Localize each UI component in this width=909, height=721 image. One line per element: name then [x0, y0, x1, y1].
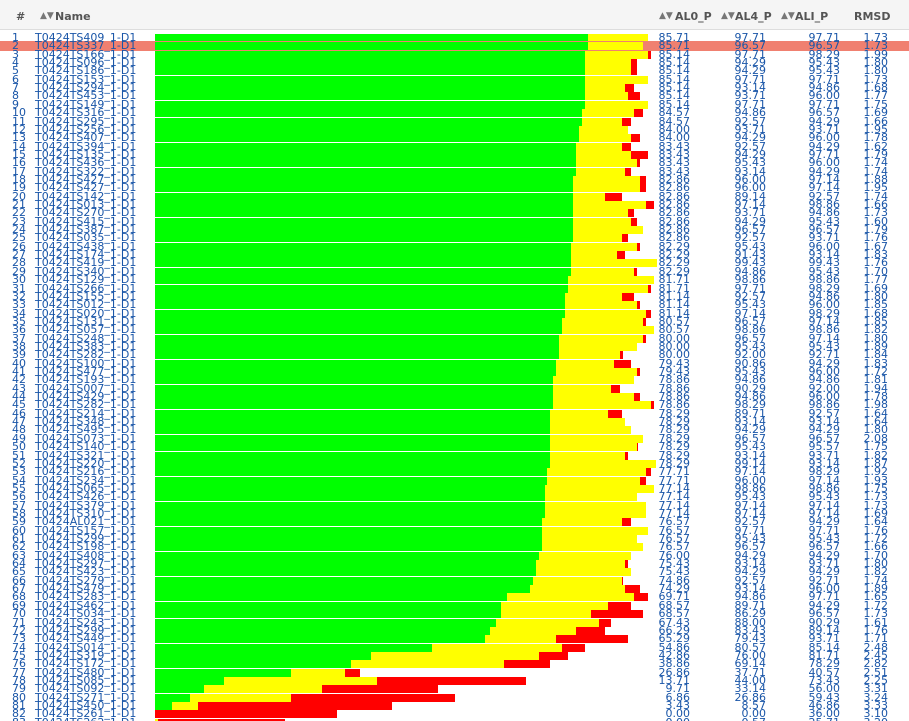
results-table: 1 T0424TS409_1-D1 85.71 97.71 97.71 1.73 2 T042…	[0, 29, 909, 721]
col-al4-header[interactable]: AL4_P	[735, 10, 772, 24]
al4-value: 0.57	[712, 716, 767, 721]
al0-value: 0.00	[636, 716, 691, 721]
col-ali-header[interactable]: ALI_P	[795, 10, 828, 24]
rmsd-value: 3.20	[838, 716, 889, 721]
col-rmsd-header[interactable]: RMSD	[854, 10, 890, 24]
sort-icon[interactable]: ▲▼	[40, 9, 54, 23]
table-header: # ▲▼ Name ▲▼ AL0_P ▲▼ AL4_P ▲▼ ALI_P RMS…	[0, 0, 909, 30]
sort-icon[interactable]: ▲▼	[721, 9, 735, 23]
col-num-header: #	[16, 10, 26, 23]
ali-value: 25.71	[786, 716, 841, 721]
col-al0-header[interactable]: AL0_P	[675, 10, 712, 24]
col-name-header[interactable]: Name	[55, 10, 91, 24]
row-number: 83	[12, 716, 26, 721]
sort-icon[interactable]: ▲▼	[659, 9, 673, 23]
model-name-link[interactable]: T0424TS262_1-D1	[35, 716, 136, 721]
sort-icon[interactable]: ▲▼	[781, 9, 795, 23]
